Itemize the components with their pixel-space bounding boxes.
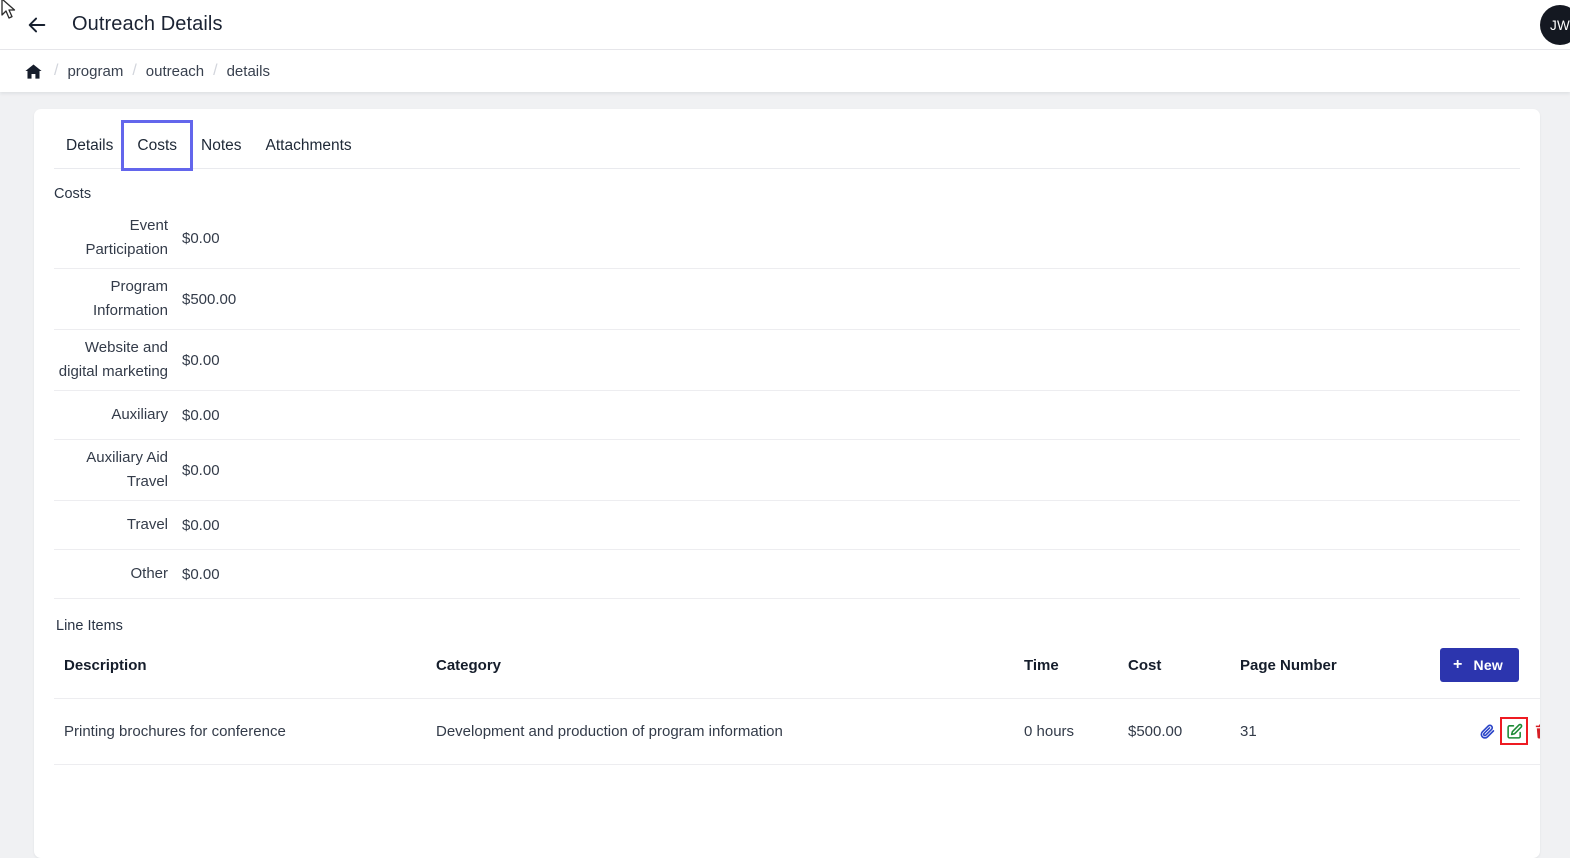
arrow-left-icon[interactable] <box>24 12 50 38</box>
line-items-table: Description Category Time Cost Page Numb… <box>54 638 1540 765</box>
cost-value: $0.00 <box>168 407 220 424</box>
costs-section-title: Costs <box>54 169 1520 208</box>
app-header: Outreach Details JW <box>0 0 1570 50</box>
outreach-details-card: Details Costs Notes Attachments Costs Ev… <box>34 109 1540 858</box>
arrow-left-glyph <box>26 14 48 36</box>
paperclip-glyph <box>1479 723 1496 740</box>
cost-value: $0.00 <box>168 462 220 479</box>
cost-row: Event Participation $0.00 <box>54 208 1520 269</box>
cost-value: $500.00 <box>168 291 236 308</box>
cost-row: Other $0.00 <box>54 550 1520 599</box>
avatar[interactable]: JW <box>1540 5 1570 45</box>
breadcrumb: / program / outreach / details <box>0 50 1570 92</box>
home-icon[interactable] <box>24 62 43 81</box>
cell-cost: $500.00 <box>1128 699 1240 765</box>
cost-label: Travel <box>54 513 168 537</box>
cell-description: Printing brochures for conference <box>54 699 436 765</box>
tab-details[interactable]: Details <box>54 131 125 168</box>
new-button[interactable]: + New <box>1440 648 1519 682</box>
cost-value: $0.00 <box>168 230 220 247</box>
cell-category: Development and production of program in… <box>436 699 1024 765</box>
mouse-cursor <box>1 0 17 20</box>
home-glyph <box>24 62 43 81</box>
cell-time: 0 hours <box>1024 699 1128 765</box>
cost-label: Program Information <box>54 275 168 323</box>
breadcrumb-item-details[interactable]: details <box>227 63 270 80</box>
column-header-time: Time <box>1024 638 1128 699</box>
cost-label: Auxiliary <box>54 403 168 427</box>
cost-label: Auxiliary Aid Travel <box>54 446 168 494</box>
page-body: Details Costs Notes Attachments Costs Ev… <box>0 92 1570 858</box>
avatar-initials: JW <box>1550 18 1570 33</box>
new-button-label: New <box>1474 657 1503 673</box>
cost-value: $0.00 <box>168 517 220 534</box>
breadcrumb-item-program[interactable]: program <box>67 63 123 80</box>
edit-pencil-square-glyph <box>1506 723 1523 740</box>
page-title: Outreach Details <box>72 13 223 36</box>
cost-row: Auxiliary $0.00 <box>54 391 1520 440</box>
edit-pencil-square-icon[interactable] <box>1503 720 1525 742</box>
breadcrumb-separator: / <box>204 62 226 80</box>
column-header-page-number: Page Number <box>1240 638 1440 699</box>
cost-label: Website and digital marketing <box>54 336 168 384</box>
cursor-arrow-icon <box>1 0 17 20</box>
tab-bar: Details Costs Notes Attachments <box>54 109 1520 169</box>
table-row[interactable]: Printing brochures for conference Develo… <box>54 699 1540 765</box>
new-button-cell: + New <box>1440 638 1540 699</box>
row-action-group <box>1440 720 1540 742</box>
column-header-category: Category <box>436 638 1024 699</box>
cell-page-number: 31 <box>1240 699 1440 765</box>
table-header-row: Description Category Time Cost Page Numb… <box>54 638 1540 699</box>
cell-actions <box>1440 699 1540 765</box>
paperclip-icon[interactable] <box>1476 720 1498 742</box>
breadcrumb-separator: / <box>45 62 67 80</box>
cost-label: Other <box>54 562 168 586</box>
tab-notes[interactable]: Notes <box>189 131 254 168</box>
cost-row: Auxiliary Aid Travel $0.00 <box>54 440 1520 501</box>
cost-row: Website and digital marketing $0.00 <box>54 330 1520 391</box>
breadcrumb-item-outreach[interactable]: outreach <box>146 63 204 80</box>
breadcrumb-separator: / <box>123 62 145 80</box>
tab-costs[interactable]: Costs <box>125 131 189 168</box>
trash-glyph <box>1533 723 1541 740</box>
cost-value: $0.00 <box>168 566 220 583</box>
line-items-section-title: Line Items <box>54 599 1520 638</box>
column-header-description: Description <box>54 638 436 699</box>
cost-label: Event Participation <box>54 214 168 262</box>
cost-row: Travel $0.00 <box>54 501 1520 550</box>
tab-attachments[interactable]: Attachments <box>254 131 364 168</box>
trash-icon[interactable] <box>1530 720 1540 742</box>
cost-row: Program Information $500.00 <box>54 269 1520 330</box>
cost-value: $0.00 <box>168 352 220 369</box>
plus-icon: + <box>1453 657 1463 673</box>
column-header-cost: Cost <box>1128 638 1240 699</box>
